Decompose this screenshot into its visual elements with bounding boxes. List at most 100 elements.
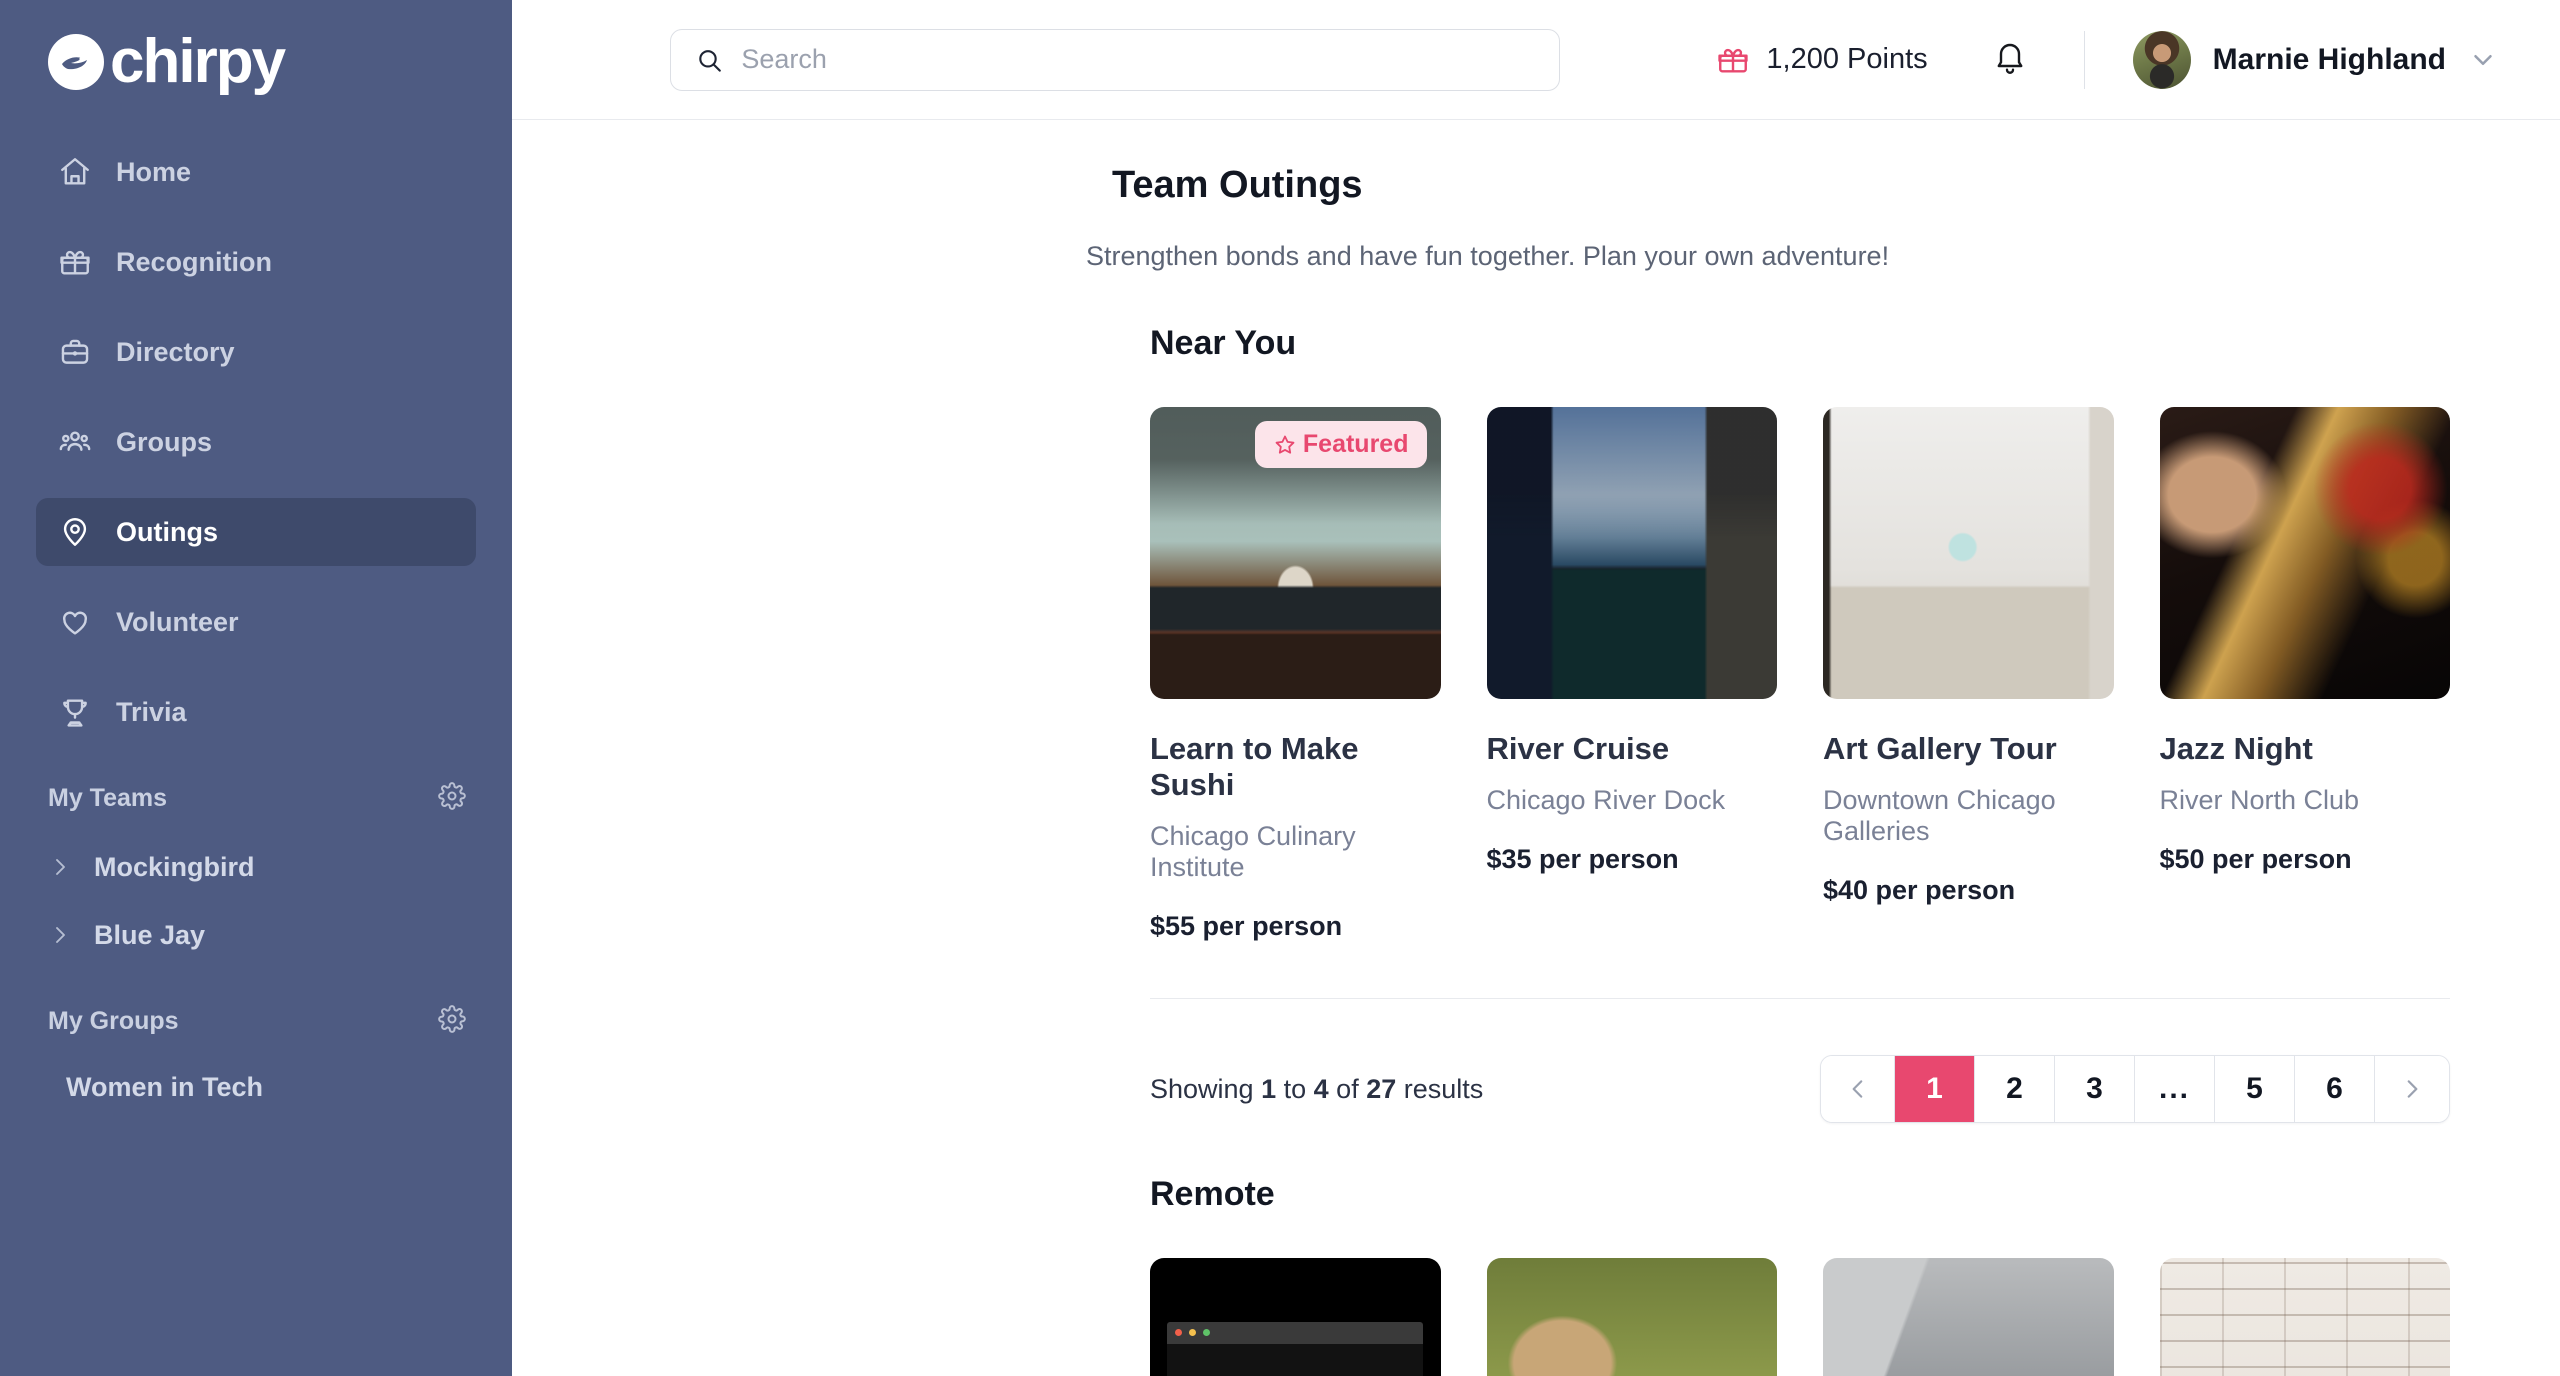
my-teams-header: My Teams	[0, 782, 512, 815]
outing-thumbnail	[1486, 1258, 1777, 1376]
outing-card[interactable]: River Cruise Chicago River Dock $35 per …	[1486, 407, 1777, 942]
pagination-page-5[interactable]: 5	[2215, 1056, 2295, 1122]
search-icon	[699, 49, 721, 72]
chevron-right-icon	[56, 859, 65, 875]
outing-thumbnail	[1150, 1258, 1441, 1376]
outing-title: Learn to Make Sushi	[1150, 731, 1359, 802]
section-title: Near You	[1150, 324, 1297, 362]
sidebar-item-label: Trivia	[116, 696, 187, 727]
outing-card[interactable]	[1150, 1258, 1441, 1376]
outing-location: River North Club	[2159, 785, 2360, 815]
sidebar-item-trivia[interactable]: Trivia	[36, 678, 476, 746]
outing-thumbnail	[2159, 1258, 2450, 1376]
my-groups-header: My Groups	[0, 1005, 512, 1038]
section-title: Remote	[1150, 1175, 1275, 1213]
pagination-page-6[interactable]: 6	[2295, 1056, 2375, 1122]
points-indicator[interactable]: 1,200 Points	[1716, 43, 1928, 77]
results-word: results	[1396, 1073, 1484, 1104]
page-title: Team Outings	[1112, 164, 1363, 206]
star-icon	[1275, 435, 1295, 454]
points-label: 1,200 Points	[1766, 43, 1928, 75]
group-label: Women in Tech	[66, 1071, 264, 1102]
video-screen	[1167, 1344, 1424, 1376]
search-box[interactable]	[670, 28, 1560, 91]
team-label: Blue Jay	[94, 919, 206, 950]
outing-card[interactable]: Art Gallery Tour Downtown Chicago Galler…	[1823, 407, 2114, 942]
map-pin-icon	[63, 518, 87, 546]
cards-grid: Featured Learn to Make Sushi Chicago Cul…	[1150, 407, 2450, 942]
people-icon	[59, 431, 91, 451]
outing-thumbnail	[2159, 407, 2450, 699]
section-near-you: Near You Featured Learn to Make Sushi Ch…	[1150, 324, 2450, 1123]
status-badge: Featured	[1254, 421, 1427, 468]
my-teams-title: My Teams	[48, 784, 168, 812]
user-menu[interactable]: Marnie Highland	[2132, 30, 2498, 89]
sidebar-item-outings[interactable]: Outings	[36, 498, 476, 566]
sidebar-item-recognition[interactable]: Recognition	[36, 228, 476, 296]
outing-price: $35 per person	[1486, 844, 1679, 874]
outing-price: $50 per person	[2159, 844, 2352, 874]
pagination-page-2[interactable]: 2	[1975, 1056, 2055, 1122]
outing-thumbnail: Featured	[1150, 407, 1441, 699]
outing-title: Art Gallery Tour	[1823, 731, 2057, 766]
pagination-row: Showing 1 to 4 of 27 results 1 2 3 ... 5…	[1150, 1055, 2450, 1123]
sidebar-item-groups[interactable]: Groups	[36, 408, 476, 476]
outing-location: Chicago Culinary Institute	[1150, 821, 1356, 882]
outing-location: Downtown Chicago Galleries	[1823, 785, 2056, 846]
page-subtitle: Strengthen bonds and have fun together. …	[1086, 241, 1890, 271]
outing-card[interactable]	[1823, 1258, 2114, 1376]
sidebar-item-label: Outings	[116, 516, 218, 547]
results-summary: Showing 1 to 4 of 27 results	[1150, 1074, 1483, 1105]
sidebar-item-home[interactable]: Home	[36, 138, 476, 206]
pagination-next[interactable]	[2375, 1056, 2449, 1122]
my-groups-title: My Groups	[48, 1007, 179, 1035]
sidebar-item-volunteer[interactable]: Volunteer	[36, 588, 476, 656]
pagination: 1 2 3 ... 5 6	[1820, 1055, 2450, 1123]
section-remote: Remote	[1150, 1175, 2450, 1376]
results-prefix: Showing	[1150, 1073, 1262, 1104]
bell-icon[interactable]	[1992, 39, 2028, 80]
outing-thumbnail	[1823, 1258, 2114, 1376]
main-area: 1,200 Points Marnie Highland Team Outing…	[512, 0, 2560, 1376]
outing-card[interactable]	[2159, 1258, 2450, 1376]
outing-price: $40 per person	[1823, 875, 2016, 905]
home-icon	[61, 158, 89, 185]
gift-icon	[1718, 48, 1749, 73]
gear-icon[interactable]	[438, 782, 466, 815]
briefcase-icon	[61, 339, 89, 364]
gear-icon[interactable]	[438, 1005, 466, 1038]
pagination-ellipsis: ...	[2135, 1056, 2215, 1122]
pagination-page-3[interactable]: 3	[2055, 1056, 2135, 1122]
sidebar-item-label: Volunteer	[116, 606, 239, 637]
outing-thumbnail	[1486, 407, 1777, 699]
sidebar-team-mockingbird[interactable]: Mockingbird	[0, 833, 512, 901]
sidebar-group-women-in-tech[interactable]: Women in Tech	[0, 1056, 512, 1118]
sidebar-item-label: Groups	[116, 426, 213, 457]
sidebar-team-blue-jay[interactable]: Blue Jay	[0, 901, 512, 969]
results-to: 4	[1313, 1073, 1329, 1104]
pagination-page-1[interactable]: 1	[1895, 1056, 1975, 1122]
sidebar-item-directory[interactable]: Directory	[36, 318, 476, 386]
topbar-divider	[2083, 30, 2085, 89]
outing-card[interactable]: Jazz Night River North Club $50 per pers…	[2159, 407, 2450, 942]
trophy-icon	[63, 699, 87, 727]
avatar	[2132, 30, 2191, 89]
outing-thumbnail	[1823, 407, 2114, 699]
cards-grid	[1150, 1258, 2450, 1376]
outing-title: River Cruise	[1486, 731, 1670, 766]
chevron-right-icon	[56, 927, 65, 943]
bird-logo-icon	[48, 34, 104, 90]
window-close-dot	[1175, 1329, 1183, 1337]
outing-card[interactable]	[1486, 1258, 1777, 1376]
pagination-prev[interactable]	[1821, 1056, 1895, 1122]
user-name: Marnie Highland	[2212, 42, 2446, 76]
outing-card[interactable]: Featured Learn to Make Sushi Chicago Cul…	[1150, 407, 1441, 942]
search-input[interactable]	[741, 44, 1535, 75]
window-titlebar	[1167, 1322, 1424, 1345]
results-total: 27	[1366, 1073, 1397, 1104]
gift-icon	[60, 250, 90, 275]
divider	[1150, 998, 2450, 999]
app-root: chirpy Home Recognition Directory Groups…	[0, 0, 2560, 1376]
chevron-left-icon	[1852, 1080, 1862, 1098]
brand-logo[interactable]: chirpy	[0, 0, 512, 96]
